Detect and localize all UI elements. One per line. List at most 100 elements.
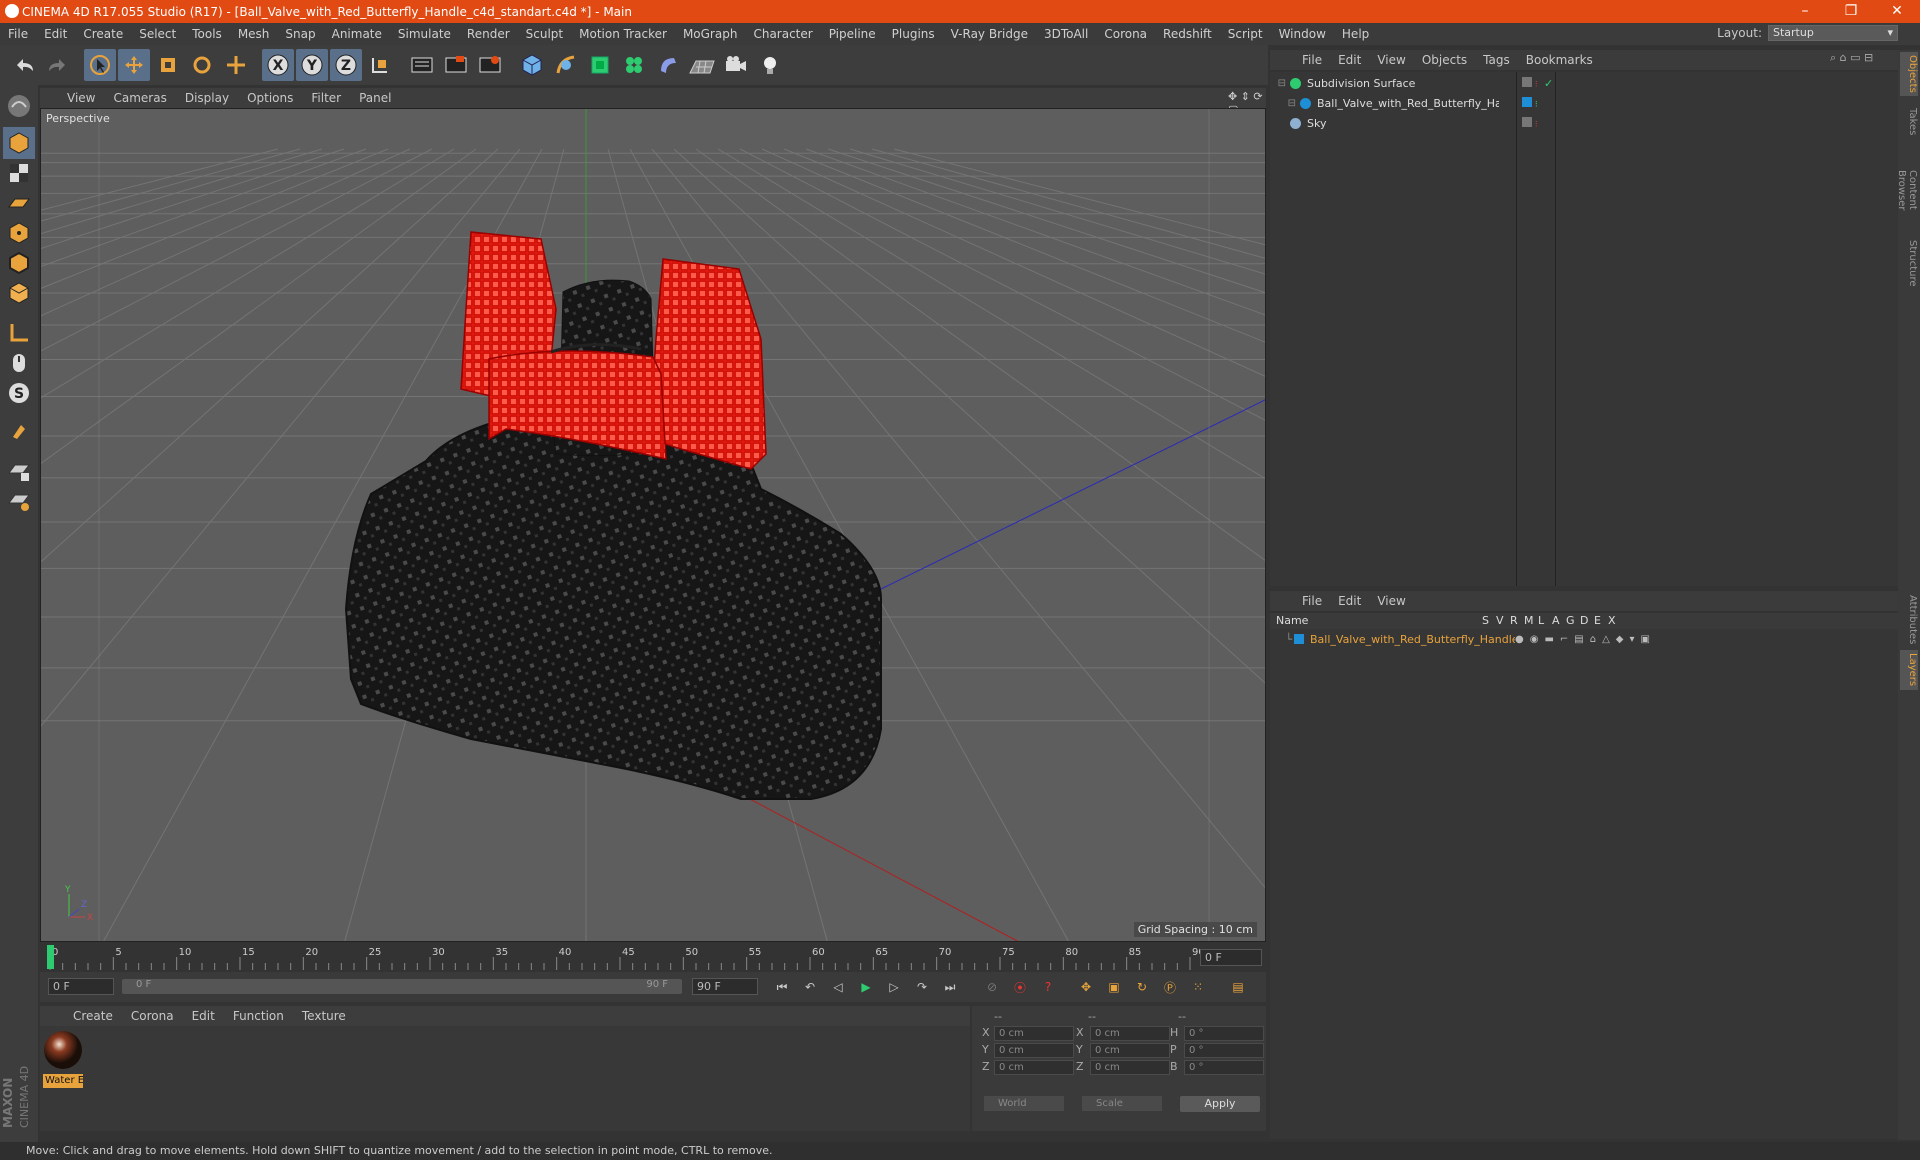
layer-column-x[interactable]: X: [1608, 614, 1616, 627]
menu-item-tools[interactable]: Tools: [184, 27, 230, 41]
y-axis-icon[interactable]: Y: [296, 49, 328, 81]
redo-icon[interactable]: [42, 49, 74, 81]
mograph-cloner-icon[interactable]: [618, 49, 650, 81]
timeline-icon[interactable]: ▤: [1226, 975, 1250, 999]
scale-icon[interactable]: [152, 49, 184, 81]
menu-item-v-ray-bridge[interactable]: V-Ray Bridge: [943, 27, 1036, 41]
menu-item-create[interactable]: Create: [75, 27, 131, 41]
camera-icon[interactable]: [720, 49, 752, 81]
end-frame-field[interactable]: 90 F: [692, 978, 758, 995]
object-manager-search-icon[interactable]: ⌕ ⌂ ▭ ⊟: [1830, 51, 1873, 65]
model-mode-icon[interactable]: [3, 127, 35, 159]
expand-toggle-icon[interactable]: ⊟: [1270, 98, 1296, 109]
menu-item-window[interactable]: Window: [1271, 27, 1334, 41]
object-row[interactable]: ⊟ Ball_Valve_with_Red_Butterfly_Handle ⁝: [1270, 94, 1898, 112]
dock-tab-objects[interactable]: Objects: [1900, 52, 1918, 96]
layer-flags[interactable]: ●◉▬⌐▤⌂△◆▾▣: [1515, 634, 1656, 645]
deformer-icon[interactable]: [652, 49, 684, 81]
dock-tab-content-browser[interactable]: Content Browser: [1896, 150, 1918, 230]
coord-rot[interactable]: 0 °: [1184, 1060, 1264, 1075]
dock-tab-structure[interactable]: Structure: [1900, 238, 1918, 288]
points-mode-icon[interactable]: [3, 217, 35, 249]
menu-item-pipeline[interactable]: Pipeline: [821, 27, 884, 41]
material-menu-create[interactable]: Create: [64, 1009, 122, 1023]
expand-toggle-icon[interactable]: ⊟: [1270, 78, 1286, 89]
layer-column-l[interactable]: L: [1538, 614, 1544, 627]
material-swatch[interactable]: Water E: [43, 1029, 83, 1088]
viewport-menu-display[interactable]: Display: [176, 91, 238, 105]
key-rotation-icon[interactable]: ↻: [1130, 975, 1154, 999]
next-key-icon[interactable]: ↷: [910, 975, 934, 999]
layer-column-d[interactable]: D: [1580, 614, 1588, 627]
menu-item-simulate[interactable]: Simulate: [390, 27, 459, 41]
lock-workplane-icon[interactable]: [3, 455, 35, 487]
visibility-toggles[interactable]: ⁝: [1522, 116, 1538, 130]
select-arrow-icon[interactable]: [84, 49, 116, 81]
play-icon[interactable]: ▶: [854, 975, 878, 999]
coord-pos[interactable]: 0 cm: [994, 1043, 1074, 1058]
object-menu-bookmarks[interactable]: Bookmarks: [1518, 53, 1601, 67]
move-icon[interactable]: [118, 49, 150, 81]
menu-item-select[interactable]: Select: [131, 27, 184, 41]
coord-pos[interactable]: 0 cm: [994, 1060, 1074, 1075]
workplane-icon[interactable]: [3, 187, 35, 219]
menu-item-mesh[interactable]: Mesh: [230, 27, 278, 41]
previous-key-icon[interactable]: ↶: [798, 975, 822, 999]
enabled-check-icon[interactable]: ✓: [1544, 77, 1553, 90]
object-menu-edit[interactable]: Edit: [1330, 53, 1369, 67]
keyframe-selection-icon[interactable]: ?: [1036, 975, 1060, 999]
key-scale-icon[interactable]: ▣: [1102, 975, 1126, 999]
render-picture-viewer-icon[interactable]: [440, 49, 472, 81]
menu-item-corona[interactable]: Corona: [1096, 27, 1155, 41]
next-frame-icon[interactable]: ▷: [882, 975, 906, 999]
go-to-end-icon[interactable]: ⏭: [938, 975, 962, 999]
menu-item-render[interactable]: Render: [459, 27, 518, 41]
coordinate-system-icon[interactable]: [364, 49, 396, 81]
polygons-mode-icon[interactable]: [3, 277, 35, 309]
layer-menu-edit[interactable]: Edit: [1330, 594, 1369, 608]
key-position-icon[interactable]: ✥: [1074, 975, 1098, 999]
magnet-icon[interactable]: [3, 415, 35, 447]
visibility-toggles[interactable]: ⁝: [1522, 76, 1538, 90]
menu-item-redshift[interactable]: Redshift: [1155, 27, 1220, 41]
viewport-menu-options[interactable]: Options: [238, 91, 302, 105]
layer-column-s[interactable]: S: [1482, 614, 1489, 627]
start-frame-field[interactable]: 0 F: [48, 978, 114, 995]
rotate-icon[interactable]: [186, 49, 218, 81]
make-editable-icon[interactable]: [3, 90, 35, 122]
menu-item-mograph[interactable]: MoGraph: [675, 27, 746, 41]
layer-column-v[interactable]: V: [1496, 614, 1504, 627]
object-menu-view[interactable]: View: [1369, 53, 1413, 67]
dock-tab-layers[interactable]: Layers: [1900, 650, 1918, 690]
menu-item-snap[interactable]: Snap: [277, 27, 323, 41]
texture-mode-icon[interactable]: [3, 157, 35, 189]
live-selection-icon[interactable]: [220, 49, 252, 81]
viewport-menu-cameras[interactable]: Cameras: [104, 91, 175, 105]
menu-item-script[interactable]: Script: [1220, 27, 1271, 41]
coord-size[interactable]: 0 cm: [1090, 1026, 1170, 1041]
viewport-nav-icons[interactable]: ✥ ⇕ ⟳ ▢: [1228, 90, 1264, 116]
layer-row[interactable]: └ Ball_Valve_with_Red_Butterfly_Handle ●…: [1270, 630, 1898, 648]
menu-item-help[interactable]: Help: [1334, 27, 1377, 41]
menu-item-animate[interactable]: Animate: [324, 27, 390, 41]
render-settings-icon[interactable]: [474, 49, 506, 81]
previous-frame-icon[interactable]: ◁: [826, 975, 850, 999]
go-to-start-icon[interactable]: ⏮: [770, 975, 794, 999]
x-axis-icon[interactable]: X: [262, 49, 294, 81]
tweak-mode-icon[interactable]: [3, 347, 35, 379]
current-frame-field[interactable]: 0 F: [1200, 949, 1262, 966]
layer-column-name[interactable]: Name: [1276, 614, 1308, 627]
minimize-button[interactable]: –: [1782, 0, 1828, 23]
menu-item-edit[interactable]: Edit: [36, 27, 75, 41]
layer-column-a[interactable]: A: [1552, 614, 1560, 627]
material-menu-corona[interactable]: Corona: [122, 1009, 183, 1023]
menu-item-file[interactable]: File: [0, 27, 36, 41]
viewport-menu-panel[interactable]: Panel: [350, 91, 400, 105]
perspective-viewport[interactable]: Y X Z Perspective Grid Spacing : 10 cm: [40, 108, 1266, 942]
snap-icon[interactable]: S: [3, 377, 35, 409]
object-menu-objects[interactable]: Objects: [1414, 53, 1475, 67]
coord-rot[interactable]: 0 °: [1184, 1026, 1264, 1041]
dock-tab-takes[interactable]: Takes: [1900, 102, 1918, 142]
timeline-ruler[interactable]: 051015202530354045505560657075808590 0 F: [40, 943, 1266, 971]
layer-column-e[interactable]: E: [1594, 614, 1601, 627]
